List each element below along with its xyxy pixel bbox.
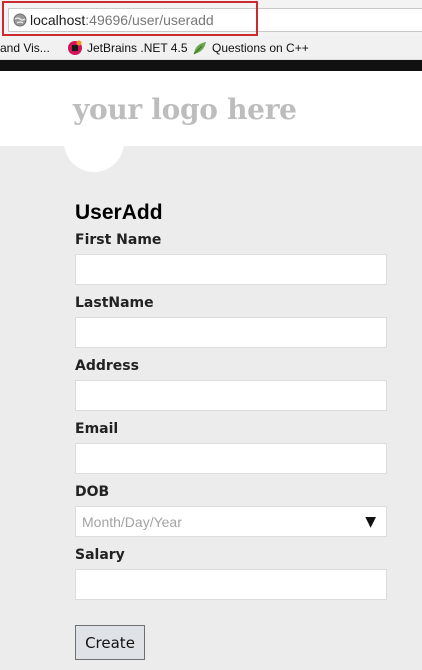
leaf-icon [193, 42, 206, 55]
bookmark-label: JetBrains .NET 4.5 [87, 41, 188, 55]
create-button[interactable]: Create [75, 625, 145, 660]
address-input[interactable] [75, 380, 387, 411]
site-logo: your logo here [73, 93, 297, 126]
url-highlight-box [2, 1, 258, 36]
bookmarks-bar: and Vis... JetBrains .NET 4.5 Questions … [0, 36, 422, 60]
jetbrains-icon [68, 40, 82, 55]
first-name-input[interactable] [75, 254, 387, 285]
email-input[interactable] [75, 443, 387, 474]
header-decoration [64, 128, 124, 172]
first-name-label: First Name [75, 232, 162, 248]
salary-input[interactable] [75, 569, 387, 600]
bookmark-label: Questions on C++ [212, 41, 309, 55]
dob-placeholder: Month/Day/Year [82, 514, 182, 530]
address-label: Address [75, 358, 139, 374]
dropdown-arrow-icon[interactable]: ▼ [365, 514, 376, 530]
email-label: Email [75, 421, 119, 437]
last-name-label: LastName [75, 295, 154, 311]
bookmark-label: and Vis... [0, 41, 50, 55]
salary-label: Salary [75, 547, 125, 563]
last-name-input[interactable] [75, 317, 387, 348]
page-top-strip [0, 60, 422, 71]
browser-address-row: localhost:49696/user/useradd [0, 0, 422, 36]
dob-date-input[interactable]: Month/Day/Year ▼ [75, 506, 387, 537]
dob-label: DOB [75, 484, 110, 500]
page-title: UserAdd [75, 201, 163, 224]
